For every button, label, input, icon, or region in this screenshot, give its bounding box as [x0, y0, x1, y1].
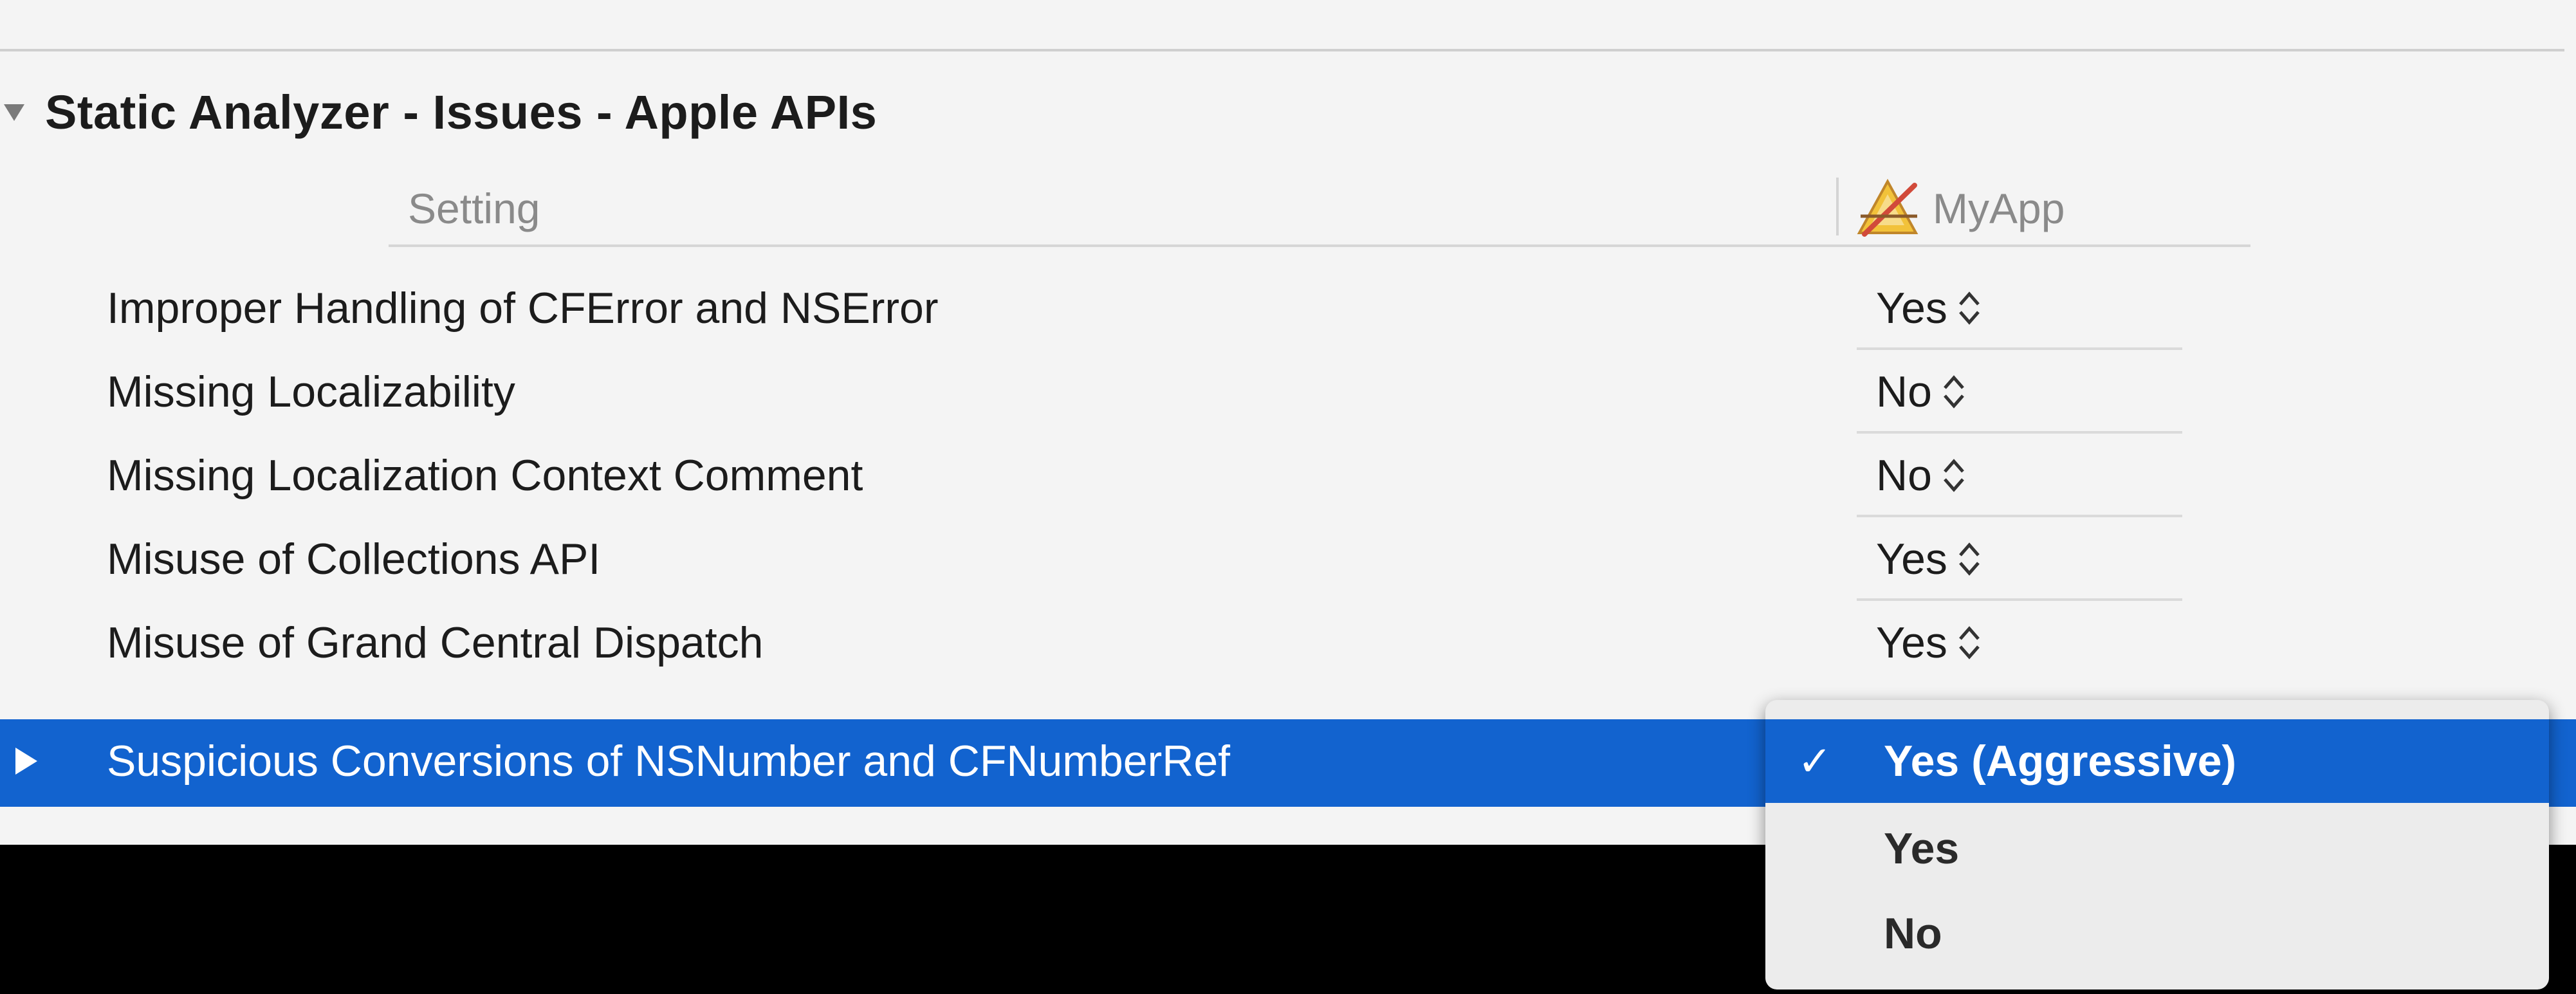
setting-value: No	[1876, 451, 1932, 500]
up-down-chevron-icon	[1956, 622, 1982, 663]
top-divider	[0, 49, 2564, 51]
menu-item-yes-aggressive[interactable]: ✓ Yes (Aggressive)	[1765, 719, 2549, 803]
section-header[interactable]: Static Analyzer - Issues - Apple APIs	[0, 82, 877, 142]
setting-value-popup[interactable]: Yes	[1876, 534, 1982, 584]
column-headers: Setting MyApp	[0, 178, 2576, 247]
setting-row[interactable]: Missing Localizability No	[0, 350, 2576, 434]
setting-row[interactable]: Improper Handling of CFError and NSError…	[0, 266, 2576, 350]
up-down-chevron-icon	[1956, 288, 1982, 329]
setting-row[interactable]: Missing Localization Context Comment No	[0, 434, 2576, 517]
menu-item-no[interactable]: No	[1765, 892, 2549, 975]
up-down-chevron-icon	[1941, 371, 1967, 412]
setting-value-popup[interactable]: Yes	[1876, 618, 1982, 668]
menu-item-label: No	[1884, 909, 1942, 958]
setting-label: Missing Localization Context Comment	[107, 451, 863, 500]
menu-item-yes[interactable]: Yes	[1765, 807, 2549, 890]
setting-label: Misuse of Collections API	[107, 535, 601, 584]
header-divider	[389, 244, 2250, 247]
setting-row[interactable]: Misuse of Collections API Yes	[0, 517, 2576, 601]
up-down-chevron-icon	[1941, 455, 1967, 496]
setting-value-popup[interactable]: No	[1876, 367, 1967, 417]
setting-value-popup[interactable]: Yes	[1876, 283, 1982, 333]
setting-value: Yes	[1876, 535, 1947, 584]
setting-value-popup[interactable]: No	[1876, 450, 1967, 501]
setting-row[interactable]: Misuse of Grand Central Dispatch Yes	[0, 601, 2576, 685]
setting-label: Improper Handling of CFError and NSError	[107, 284, 939, 333]
app-target-icon	[1855, 178, 1920, 239]
value-popup-menu: ✓ Yes (Aggressive) Yes No	[1765, 700, 2549, 989]
disclosure-triangle-right-icon[interactable]	[6, 739, 45, 784]
target-column-header[interactable]: MyApp	[1933, 184, 2065, 233]
setting-label: Misuse of Grand Central Dispatch	[107, 618, 764, 667]
setting-value: No	[1876, 367, 1932, 416]
setting-label: Suspicious Conversions of NSNumber and C…	[107, 737, 1231, 786]
menu-item-label: Yes (Aggressive)	[1884, 737, 2237, 786]
disclosure-triangle-down-icon[interactable]	[0, 99, 28, 125]
up-down-chevron-icon	[1956, 538, 1982, 580]
section-title: Static Analyzer - Issues - Apple APIs	[45, 85, 878, 139]
setting-value: Yes	[1876, 618, 1947, 667]
column-divider[interactable]	[1836, 178, 1839, 235]
checkmark-icon: ✓	[1798, 737, 1832, 784]
menu-item-label: Yes	[1884, 824, 1960, 873]
setting-label: Missing Localizability	[107, 367, 515, 416]
setting-column-header[interactable]: Setting	[408, 184, 540, 233]
setting-value: Yes	[1876, 284, 1947, 333]
